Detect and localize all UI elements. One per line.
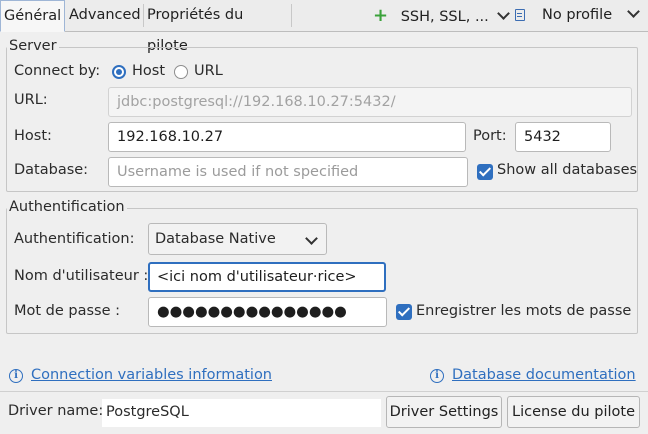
info-icon: i	[9, 369, 23, 383]
auth-method-label: Authentification:	[14, 231, 135, 247]
database-field[interactable]: Username is used if not specified	[108, 157, 468, 187]
tab-general[interactable]: Général	[0, 0, 65, 32]
auth-method-select[interactable]: Database Native	[148, 223, 327, 255]
server-legend: Server	[7, 38, 59, 54]
password-label: Mot de passe :	[14, 303, 121, 319]
add-icon: +	[373, 5, 389, 26]
tab-label: Advanced	[69, 7, 141, 23]
save-password-checkbox[interactable]	[396, 304, 412, 320]
tab-advanced[interactable]: Advanced	[66, 0, 142, 31]
auth-method-value: Database Native	[155, 231, 276, 247]
radio-host-label[interactable]: Host	[132, 63, 165, 79]
host-field[interactable]: 192.168.10.27	[108, 122, 466, 152]
url-field: jdbc:postgresql://192.168.10.27:5432/	[108, 87, 632, 117]
url-label: URL:	[14, 92, 48, 108]
tab-label: Général	[4, 8, 62, 24]
radio-url-label[interactable]: URL	[194, 63, 223, 79]
driver-license-button[interactable]: License du pilote	[507, 396, 640, 428]
tab-bar: Général Advanced Propriétés du pilote + …	[0, 0, 648, 54]
database-documentation-link[interactable]: Database documentation	[452, 367, 636, 383]
ssh-ssl-button[interactable]: + SSH, SSL, ...	[373, 0, 511, 31]
username-label: Nom d'utilisateur :	[14, 268, 149, 284]
tab-separator	[291, 4, 292, 27]
driver-settings-button[interactable]: Driver Settings	[386, 396, 502, 428]
driver-name-label: Driver name:	[8, 403, 104, 419]
connect-by-label: Connect by:	[14, 63, 101, 79]
password-field[interactable]: ●●●●●●●●●●●●●●●	[148, 297, 387, 327]
port-field[interactable]: 5432	[515, 122, 611, 152]
radio-host[interactable]	[112, 65, 126, 79]
username-field[interactable]: <ici nom d'utilisateur·rice>	[148, 262, 386, 292]
divider	[0, 391, 648, 392]
chevron-down-icon	[497, 7, 511, 20]
save-password-label[interactable]: Enregistrer les mots de passe	[416, 303, 631, 319]
ssh-ssl-label: SSH, SSL, ...	[400, 9, 489, 25]
chevron-down-icon	[305, 232, 318, 245]
profile-selector[interactable]: No profile	[515, 0, 640, 31]
driver-name-field: PostgreSQL	[102, 399, 381, 427]
host-label: Host:	[14, 128, 52, 144]
database-label: Database:	[14, 162, 89, 178]
radio-url[interactable]	[174, 65, 188, 79]
show-all-databases-checkbox[interactable]	[477, 164, 493, 180]
document-icon	[515, 9, 525, 21]
port-label: Port:	[473, 128, 507, 144]
info-icon: i	[430, 369, 444, 383]
show-all-databases-label[interactable]: Show all databases	[497, 162, 637, 178]
profile-label: No profile	[542, 7, 613, 23]
auth-legend: Authentification	[7, 199, 127, 215]
tab-driver-properties[interactable]: Propriétés du pilote	[144, 0, 290, 54]
connection-variables-link[interactable]: Connection variables information	[31, 367, 272, 383]
chevron-down-icon	[626, 5, 640, 18]
